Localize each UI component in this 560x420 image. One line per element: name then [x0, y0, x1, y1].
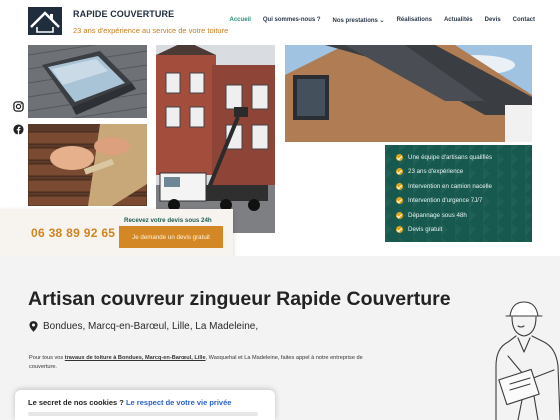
feature-item: Une équipe d'artisans qualifiés	[396, 150, 532, 165]
brand-tagline: 23 ans d'expérience au service de votre …	[73, 26, 229, 35]
roofer-tiles-photo	[28, 124, 147, 206]
page-title: Artisan couvreur zingueur Rapide Couvert…	[28, 288, 451, 310]
slate-roof-house-photo	[285, 45, 532, 142]
brand-name[interactable]: RAPIDE COUVERTURE	[73, 9, 174, 19]
nav-item-realisations[interactable]: Réalisations	[397, 17, 432, 24]
nacelle-truck-photo	[156, 45, 275, 233]
features-panel: Une équipe d'artisans qualifiés 23 ans d…	[385, 145, 532, 242]
nav-item-qui-sommes-nous[interactable]: Qui sommes-nous ?	[263, 17, 321, 24]
nav-item-contact[interactable]: Contact	[513, 17, 535, 24]
quote-heading: Recevez votre devis sous 24h	[124, 217, 212, 224]
feature-item: Intervention d'urgence 7J/7	[396, 194, 532, 209]
check-icon	[396, 182, 403, 190]
location-pin-icon	[29, 321, 38, 332]
cookie-banner[interactable]: Le secret de nos cookies ? Le respect de…	[15, 390, 275, 420]
feature-item: Dépannage sous 48h	[396, 208, 532, 223]
request-quote-button[interactable]: Je demande un devis gratuit	[119, 226, 223, 248]
feature-item: Devis gratuit	[396, 223, 532, 238]
check-icon	[396, 153, 403, 161]
main-nav: Accueil Qui sommes-nous ? Nos prestation…	[218, 17, 535, 24]
nav-item-devis[interactable]: Devis	[485, 17, 501, 24]
privacy-link[interactable]: Le respect de votre vie privée	[126, 398, 231, 407]
service-locations: Bondues, Marcq-en-Barœul, Lille, La Made…	[43, 321, 259, 332]
nav-item-actualites[interactable]: Actualités	[444, 17, 473, 24]
check-icon	[396, 226, 403, 234]
nav-item-accueil[interactable]: Accueil	[230, 17, 251, 24]
facebook-icon[interactable]	[13, 124, 24, 135]
site-header: RAPIDE COUVERTURE 23 ans d'expérience au…	[0, 0, 560, 42]
check-icon	[396, 168, 403, 176]
instagram-icon[interactable]	[13, 101, 24, 112]
feature-item: Intervention en camion nacelle	[396, 179, 532, 194]
intro-paragraph: Pour tous vos travaux de toiture à Bondu…	[29, 355, 363, 370]
logo-icon[interactable]	[28, 7, 62, 35]
phone-number-link[interactable]: 06 38 89 92 65	[31, 226, 115, 240]
feature-item: 23 ans d'expérience	[396, 165, 532, 180]
roof-window-photo	[28, 45, 147, 118]
cookie-text-placeholder	[28, 412, 258, 416]
cookie-title: Le secret de nos cookies ? Le respect de…	[28, 398, 232, 407]
nav-item-nos-prestations[interactable]: Nos prestations ⌄	[333, 17, 385, 24]
check-icon	[396, 197, 403, 205]
roofer-illustration	[488, 296, 560, 420]
check-icon	[396, 211, 403, 219]
roofing-works-link[interactable]: travaux de toiture à Bondues, Marcq-en-B…	[65, 355, 206, 361]
